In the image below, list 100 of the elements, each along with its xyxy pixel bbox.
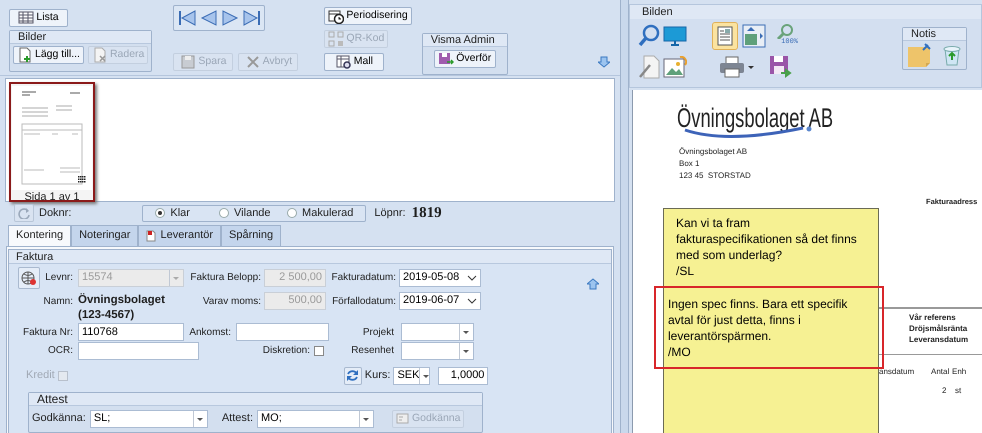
- input-field[interactable]: 110768: [78, 323, 184, 341]
- globe-button[interactable]: [18, 266, 40, 288]
- table-search-icon: [336, 54, 352, 70]
- radio-label: Vilande: [234, 206, 271, 221]
- reference-label: Vår referens: [909, 312, 957, 323]
- zoom-icon: [776, 23, 794, 39]
- add-page-icon: [17, 47, 33, 63]
- radio-button[interactable]: [287, 208, 298, 218]
- document-lines-icon: [717, 26, 733, 46]
- reference-label: Leveransdatum: [909, 334, 968, 345]
- field-label: Kurs:: [364, 368, 390, 384]
- field-label: Namn:: [42, 294, 73, 308]
- previous-icon: [200, 9, 218, 27]
- tab[interactable]: Kontering: [8, 224, 72, 246]
- refresh-rate-button[interactable]: [344, 366, 362, 384]
- group-title: Attest: [29, 392, 482, 406]
- field-label: Faktura Nr:: [22, 326, 73, 340]
- radio-label: Klar: [170, 206, 190, 221]
- approver-dropdown[interactable]: SL;: [90, 410, 208, 428]
- approve-icon: [396, 412, 410, 424]
- column-header: Antal: [931, 366, 950, 378]
- first-page-icon: [178, 9, 198, 27]
- column-header: Enh: [952, 366, 966, 378]
- field-label: Diskretion:: [262, 344, 310, 358]
- group-title: Visma Admin: [422, 34, 507, 47]
- next-icon: [220, 9, 239, 27]
- field-label: Faktura Belopp:: [189, 271, 261, 285]
- printer-icon: [719, 56, 755, 78]
- credit-label: Kredit: [26, 368, 55, 384]
- refresh-icon: [346, 369, 360, 382]
- list-button[interactable]: Lista: [9, 9, 68, 27]
- search-icon: [638, 24, 660, 48]
- down-arrow-icon: [598, 56, 610, 68]
- close-icon: [244, 54, 261, 70]
- template-button[interactable]: Mall: [324, 53, 384, 71]
- calendar-clock-icon: [328, 8, 344, 24]
- transfer-button[interactable]: Överför: [434, 50, 496, 68]
- radio-button[interactable]: [219, 208, 230, 218]
- tab[interactable]: Noteringar: [71, 224, 138, 246]
- sticky-note-pin-icon: [907, 43, 934, 67]
- input-field[interactable]: 1,0000: [438, 366, 488, 384]
- field-label: Ankomst:: [188, 326, 231, 340]
- tab[interactable]: Leverantör: [138, 224, 222, 246]
- field-label: Resenhet: [350, 344, 394, 358]
- page-thumbnail[interactable]: Sida 1 av 1: [9, 82, 95, 202]
- supplier-name: Övningsbolaget (123-4567): [78, 292, 166, 322]
- field-label: Fakturadatum:: [330, 271, 396, 285]
- currency-dropdown[interactable]: SEK: [393, 366, 430, 384]
- input-field[interactable]: [78, 342, 199, 360]
- address-line: Övningsbolaget AB: [679, 146, 748, 158]
- page-layout-button[interactable]: [712, 22, 738, 50]
- delete-page-icon: [92, 47, 108, 63]
- date-picker[interactable]: 2019-05-08: [399, 268, 481, 286]
- group-title: Bilden: [630, 5, 981, 19]
- table-cell: 2: [942, 385, 946, 397]
- serial-label: Löpnr:: [374, 206, 406, 221]
- field-label: Varav moms:: [202, 294, 261, 308]
- fit-page-icon: [742, 24, 766, 48]
- input-field[interactable]: [236, 323, 329, 341]
- magic-page-icon: [638, 55, 660, 79]
- date-picker[interactable]: 2019-06-07: [399, 292, 481, 310]
- group-title: Notis: [903, 28, 966, 41]
- note-text: Ingen spec finns. Bara ett specifik avtal för just detta, finns i leverantörspärmen. /MO: [654, 286, 884, 369]
- field-label: OCR:: [47, 344, 73, 358]
- table-cell: st: [955, 385, 962, 397]
- refresh-icon: [18, 207, 30, 220]
- company-logo: Övningsbolaget AB: [677, 104, 834, 132]
- chevron-down-icon: [467, 296, 477, 304]
- globe-pin-icon: [21, 270, 37, 286]
- radio-label: Makulerad: [302, 206, 354, 221]
- period-button[interactable]: Periodisering: [324, 7, 412, 25]
- address-line: 123 45 STORSTAD: [679, 170, 751, 182]
- up-arrow-icon: [587, 278, 599, 290]
- note-text: Kan vi ta fram fakturaspecifikationen så det finns med som underlag? /SL: [675, 215, 858, 280]
- project-dropdown[interactable]: [401, 323, 474, 341]
- refresh-button[interactable]: [14, 204, 34, 222]
- field-label: Levnr:: [45, 271, 73, 285]
- address-line: Box 1: [679, 158, 700, 170]
- last-page-icon: [241, 9, 262, 27]
- page-caption: Sida 1 av 1: [24, 191, 80, 204]
- document-icon: [146, 230, 156, 242]
- radio-button[interactable]: [155, 208, 166, 218]
- field-label: Godkänna:: [32, 411, 86, 426]
- floppy-arrow-icon: [438, 51, 454, 67]
- attester-dropdown[interactable]: MO;: [257, 410, 374, 428]
- reference-label: Dröjsmålsränta: [909, 323, 968, 334]
- table-icon: [18, 10, 34, 26]
- doc-number-label: Doknr:: [39, 206, 72, 221]
- tab[interactable]: Spårning: [221, 224, 282, 246]
- field-label: Projekt: [362, 326, 394, 340]
- recycle-bin-icon: [942, 44, 962, 66]
- column-header: ansdatum: [879, 366, 914, 378]
- image-rotate-icon: [663, 56, 687, 78]
- qr-code-icon: [328, 31, 344, 47]
- save-export-icon: [769, 55, 793, 79]
- monitor-icon: [663, 25, 687, 47]
- checkbox[interactable]: [314, 346, 324, 356]
- travel-unit-dropdown[interactable]: [401, 342, 474, 360]
- serial-number: 1819: [412, 204, 442, 223]
- add-button[interactable]: Lägg till...: [13, 46, 84, 64]
